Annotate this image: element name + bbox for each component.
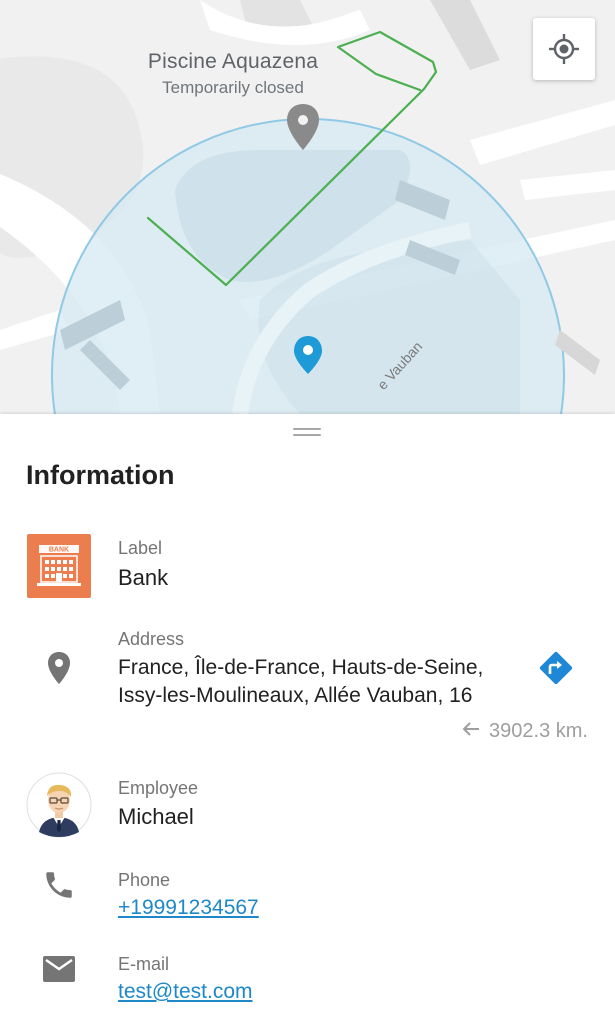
employee-value: Michael	[118, 804, 194, 829]
my-location-button[interactable]	[533, 18, 595, 80]
phone-caption: Phone	[118, 870, 171, 890]
sheet-title: Information	[26, 460, 175, 490]
my-location-icon	[549, 34, 579, 64]
information-sheet: Information BANK Label Bank Address Fran…	[0, 414, 615, 1024]
map-view[interactable]: Piscine Aquazena Temporarily closed e Va…	[0, 0, 615, 414]
mail-icon	[43, 956, 75, 982]
bank-icon: BANK	[27, 534, 91, 598]
employee-caption: Employee	[118, 778, 199, 798]
employee-icon-cell	[26, 772, 92, 838]
phone-icon-cell	[26, 868, 92, 902]
phone-icon	[46, 872, 72, 898]
poi-name[interactable]: Piscine Aquazena	[142, 50, 324, 74]
label-value: Bank	[118, 565, 169, 590]
phone-link[interactable]: +19991234567	[118, 896, 259, 920]
arrow-left-icon	[461, 720, 481, 743]
label-caption: Label	[118, 538, 163, 558]
address-line-2: Issy-les-Moulineaux, Allée Vauban, 16	[118, 684, 473, 707]
location-pin-icon	[48, 652, 70, 684]
avatar[interactable]	[26, 772, 92, 838]
directions-icon	[539, 651, 573, 685]
distance-value: 3902.3 km.	[489, 720, 588, 742]
email-caption: E-mail	[118, 954, 170, 974]
svg-text:BANK: BANK	[49, 547, 69, 554]
directions-button[interactable]	[538, 650, 574, 686]
address-line-1: France, Île-de-France, Hauts-de-Seine,	[118, 656, 484, 679]
label-icon-cell: BANK	[26, 534, 92, 598]
address-icon-cell	[26, 650, 92, 686]
email-link[interactable]: test@test.com	[118, 980, 253, 1004]
distance-indicator: 3902.3 km.	[461, 720, 588, 743]
address-caption: Address	[118, 629, 185, 649]
mail-icon-cell	[26, 952, 92, 986]
poi-status: Temporarily closed	[162, 78, 304, 97]
drag-handle[interactable]	[293, 428, 321, 438]
